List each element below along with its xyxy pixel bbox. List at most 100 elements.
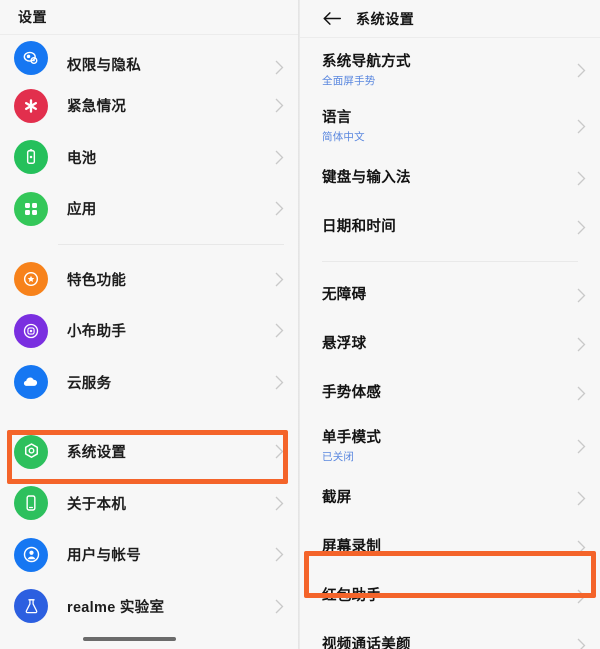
chevron-right-icon: [577, 589, 586, 604]
battery-icon: [14, 140, 48, 175]
sidebar-item-system-settings[interactable]: 系统设置: [0, 426, 298, 478]
setting-title: 语言: [322, 109, 352, 126]
setting-row-accessibility[interactable]: 无障碍: [300, 271, 600, 320]
chevron-right-icon: [275, 547, 284, 562]
setting-texts: 语言 简体中文: [322, 109, 577, 143]
setting-row-motion-gestures[interactable]: 手势体感: [300, 369, 600, 418]
chevron-right-icon: [275, 599, 284, 614]
setting-subtitle: 简体中文: [322, 130, 365, 143]
sidebar-item-label: 云服务: [67, 375, 112, 392]
chevron-right-icon: [275, 150, 284, 165]
apps-icon: [14, 191, 48, 226]
arrow-left-icon[interactable]: [322, 9, 342, 29]
emergency-icon: [14, 88, 48, 123]
setting-title: 视频通话美颜: [322, 637, 411, 649]
star-gear-icon: [14, 262, 48, 297]
sidebar-item-privacy[interactable]: 权限与隐私: [0, 35, 298, 80]
cloud-icon: [14, 365, 48, 400]
sidebar-item-features[interactable]: 特色功能: [0, 254, 298, 306]
setting-texts: 日期和时间: [322, 218, 577, 237]
chevron-right-icon: [275, 444, 284, 459]
chevron-right-icon: [577, 386, 586, 401]
system-settings-item-list: 系统导航方式 全面屏手势 语言 简体中文 键盘与输入法 日期和时间 无障碍 悬浮…: [300, 38, 600, 649]
phone-icon: [14, 486, 48, 521]
setting-row-floating-ball[interactable]: 悬浮球: [300, 320, 600, 369]
setting-texts: 悬浮球: [322, 335, 577, 354]
chevron-right-icon: [577, 491, 586, 506]
sidebar-item-users-accounts[interactable]: 用户与帐号: [0, 529, 298, 581]
page-title: 设置: [18, 9, 47, 25]
setting-title: 红包助手: [322, 588, 382, 605]
setting-row-language[interactable]: 语言 简体中文: [300, 98, 600, 154]
setting-title: 屏幕录制: [322, 539, 382, 556]
chevron-right-icon: [275, 496, 284, 511]
setting-title: 无障碍: [322, 287, 367, 304]
setting-texts: 手势体感: [322, 384, 577, 403]
setting-title: 系统导航方式: [322, 53, 411, 70]
setting-row-screen-recording[interactable]: 屏幕录制: [300, 523, 600, 572]
chevron-right-icon: [577, 119, 586, 134]
chevron-right-icon: [577, 63, 586, 78]
settings-header: 设置: [0, 0, 298, 35]
setting-texts: 键盘与输入法: [322, 169, 577, 188]
sidebar-item-label: 特色功能: [67, 272, 127, 289]
setting-title: 手势体感: [322, 385, 382, 402]
sidebar-item-about-phone[interactable]: 关于本机: [0, 478, 298, 530]
sidebar-item-apps[interactable]: 应用: [0, 183, 298, 235]
system-settings-header: 系统设置: [300, 0, 600, 38]
setting-texts: 红包助手: [322, 587, 577, 606]
system-settings-icon: [14, 434, 48, 469]
sidebar-item-label: realme 实验室: [67, 599, 165, 616]
setting-row-red-packet-assistant[interactable]: 红包助手: [300, 572, 600, 621]
chevron-right-icon: [577, 288, 586, 303]
setting-row-one-handed-mode[interactable]: 单手模式 已关闭: [300, 418, 600, 474]
assistant-icon: [14, 313, 48, 348]
setting-row-date-time[interactable]: 日期和时间: [300, 203, 600, 252]
chevron-right-icon: [577, 337, 586, 352]
account-icon: [14, 537, 48, 572]
sidebar-item-label: 电池: [67, 150, 97, 167]
privacy-icon: [14, 41, 48, 75]
setting-row-keyboard-input[interactable]: 键盘与输入法: [300, 154, 600, 203]
sidebar-item-realme-lab[interactable]: realme 实验室: [0, 581, 298, 633]
setting-texts: 单手模式 已关闭: [322, 429, 577, 463]
sidebar-item-label: 权限与隐私: [67, 58, 141, 74]
setting-title: 键盘与输入法: [322, 170, 411, 187]
gesture-nav-bar[interactable]: [83, 637, 176, 641]
chevron-right-icon: [577, 540, 586, 555]
setting-texts: 截屏: [322, 489, 577, 508]
sidebar-item-battery[interactable]: 电池: [0, 132, 298, 184]
chevron-right-icon: [275, 323, 284, 338]
setting-title: 单手模式: [322, 429, 382, 446]
chevron-right-icon: [275, 201, 284, 216]
chevron-right-icon: [275, 272, 284, 287]
sidebar-item-label: 关于本机: [67, 496, 127, 513]
sidebar-item-label: 紧急情况: [67, 99, 127, 116]
chevron-right-icon: [275, 98, 284, 113]
sidebar-item-cloud[interactable]: 云服务: [0, 357, 298, 409]
sidebar-item-label: 小布助手: [67, 324, 127, 341]
page-title: 系统设置: [356, 10, 415, 27]
setting-row-navigation-mode[interactable]: 系统导航方式 全面屏手势: [300, 42, 600, 98]
setting-texts: 无障碍: [322, 286, 577, 305]
sidebar-item-emergency[interactable]: 紧急情况: [0, 80, 298, 132]
dual-pane-settings-screen: 设置 权限与隐私 紧急情况 电池 应用 特色功能 小布助手 云服务 系统设置 关…: [0, 0, 600, 649]
chevron-right-icon: [275, 375, 284, 390]
setting-title: 截屏: [322, 490, 352, 507]
sidebar-item-label: 系统设置: [67, 445, 127, 462]
setting-texts: 系统导航方式 全面屏手势: [322, 53, 577, 87]
flask-icon: [14, 589, 48, 624]
chevron-right-icon: [577, 220, 586, 235]
setting-title: 悬浮球: [322, 336, 367, 353]
sidebar-item-label: 应用: [67, 202, 97, 219]
setting-row-video-call-beauty[interactable]: 视频通话美颜: [300, 621, 600, 649]
setting-texts: 视频通话美颜: [322, 636, 577, 649]
setting-row-screenshot[interactable]: 截屏: [300, 474, 600, 523]
sidebar-item-assistant[interactable]: 小布助手: [0, 305, 298, 357]
settings-list-pane: 设置 权限与隐私 紧急情况 电池 应用 特色功能 小布助手 云服务 系统设置 关…: [0, 0, 298, 649]
